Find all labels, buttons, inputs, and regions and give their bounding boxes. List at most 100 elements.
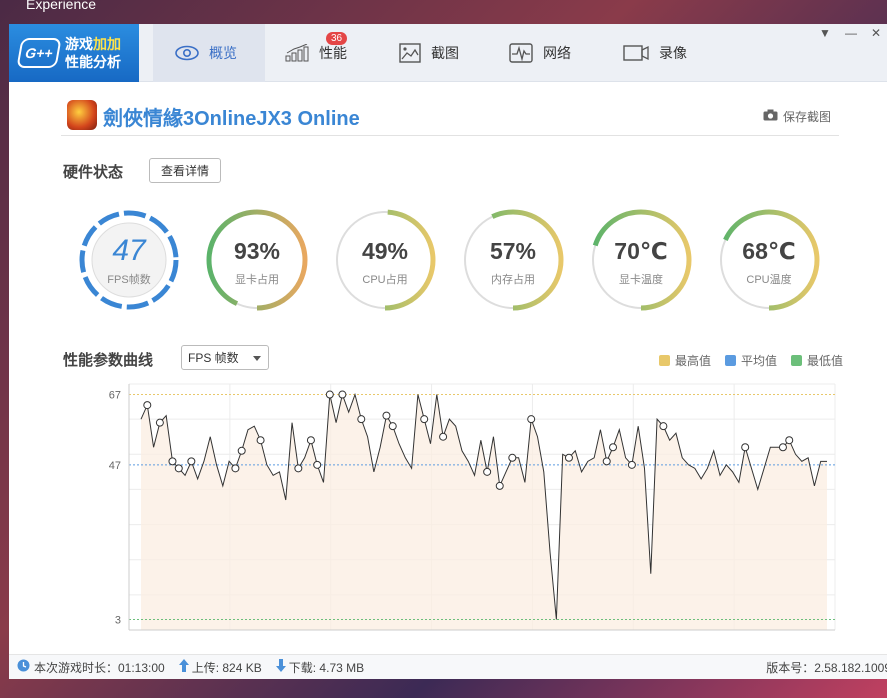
gpu-temp-label: 显卡温度: [619, 274, 663, 286]
data-point: [187, 457, 196, 466]
download-stat: 下载: 4.73 MB: [275, 659, 365, 676]
gpu-usage-value: 93%: [233, 238, 281, 264]
tab-recording-label: 录像: [659, 45, 687, 61]
data-point: [256, 436, 265, 445]
data-point: [325, 390, 334, 399]
game-header: 劍俠情緣3OnlineJX3 Online 保存截图: [61, 96, 839, 136]
memory-usage-label: 内存占用: [491, 274, 535, 286]
playtime: 本次游戏时长：01:13:00: [17, 659, 165, 676]
playtime-label: 本次游戏时长：01:13:00: [34, 660, 165, 675]
cpu-usage-label: CPU占用: [362, 274, 408, 286]
save-screenshot-label: 保存截图: [782, 110, 831, 124]
top-navigation: G++ 游戏加加 性能分析 概览 性能 截图 36 网络 录像 ▼ — ✕: [9, 24, 887, 82]
gpu-temp-gauge: 70℃ 显卡温度: [589, 208, 693, 312]
camera-icon: [763, 109, 778, 124]
game-icon: [67, 100, 97, 130]
version-label: 版本号：2.58.182.1009: [766, 660, 887, 675]
tab-network-label: 网络: [543, 45, 571, 61]
fps-line-chart: 34767001:12:38: [109, 383, 836, 631]
app-window: G++ 游戏加加 性能分析 概览 性能 截图 36 网络 录像 ▼ — ✕ 劍俠…: [9, 24, 887, 679]
upload-stat: 上传: 824 KB: [178, 659, 262, 676]
data-point: [313, 460, 322, 469]
data-point: [143, 401, 152, 410]
video-icon: [623, 44, 649, 62]
download-arrow-icon: [275, 659, 286, 675]
y-tick-label: 3: [115, 614, 121, 626]
data-point: [231, 464, 240, 473]
data-point: [155, 418, 164, 427]
logo-line2: 性能分析: [65, 54, 121, 70]
data-point: [420, 415, 429, 424]
data-point: [527, 415, 536, 424]
data-point: [174, 464, 183, 473]
eye-icon: [175, 45, 199, 61]
menu-dropdown-icon[interactable]: ▼: [819, 26, 831, 40]
fps-value: 47: [112, 234, 146, 267]
legend-max-swatch: [658, 355, 670, 366]
app-logo: G++ 游戏加加 性能分析: [9, 24, 139, 82]
hardware-status-heading: 硬件状态: [63, 164, 124, 181]
data-point: [168, 457, 177, 466]
legend-max: 最高值: [658, 352, 711, 369]
logo-line1-b: 加加: [93, 36, 121, 52]
window-controls: ▼ — ✕: [819, 26, 881, 40]
data-point: [357, 415, 366, 424]
legend-min-label: 最低值: [806, 354, 843, 368]
metric-select[interactable]: FPS 帧数: [181, 345, 269, 370]
view-details-button[interactable]: 查看详情: [149, 158, 221, 183]
image-icon: [399, 43, 421, 63]
data-point: [388, 422, 397, 431]
metric-select-value: FPS 帧数: [188, 351, 239, 365]
chart-legend: 最高值 平均值 最低值: [658, 352, 843, 369]
tab-overview-label: 概览: [209, 45, 237, 61]
fps-label: FPS帧数: [107, 274, 151, 286]
cpu-temp-label: CPU温度: [746, 274, 792, 286]
data-point: [483, 467, 492, 476]
screenshot-count-badge: 36: [326, 32, 348, 45]
tab-recording[interactable]: 录像: [623, 24, 687, 82]
data-point: [741, 443, 750, 452]
fps-area: [141, 394, 827, 630]
upload-label: 上传: 824 KB: [191, 660, 262, 675]
legend-min-swatch: [790, 355, 802, 366]
data-point: [294, 464, 303, 473]
background-caption: Experience: [26, 0, 97, 12]
memory-usage-value: 57%: [489, 238, 537, 264]
data-point: [338, 390, 347, 399]
legend-avg-swatch: [724, 355, 736, 366]
save-screenshot-button[interactable]: 保存截图: [763, 108, 831, 125]
y-tick-label: 67: [109, 390, 121, 402]
close-icon[interactable]: ✕: [871, 26, 881, 40]
status-bar: 本次游戏时长：01:13:00 上传: 824 KB 下载: 4.73 MB 版…: [9, 654, 887, 679]
legend-avg: 平均值: [724, 352, 777, 369]
gpu-usage-gauge: 93% 显卡占用: [205, 208, 309, 312]
bar-chart-icon: [285, 44, 309, 62]
gpu-temp-value: 70℃: [614, 238, 668, 264]
data-point: [237, 446, 246, 455]
logo-mark: G++: [16, 38, 62, 68]
gpu-usage-label: 显卡占用: [235, 274, 279, 286]
data-point: [778, 443, 787, 452]
data-point: [659, 422, 668, 431]
data-point: [382, 411, 391, 420]
tab-network[interactable]: 网络: [509, 24, 571, 82]
legend-max-label: 最高值: [674, 354, 711, 368]
logo-line1-a: 游戏: [65, 36, 93, 52]
data-point: [306, 436, 315, 445]
clock-icon: [17, 659, 30, 675]
minimize-icon[interactable]: —: [845, 26, 857, 40]
legend-avg-label: 平均值: [740, 354, 777, 368]
data-point: [508, 453, 517, 462]
data-point: [495, 481, 504, 490]
cpu-usage-gauge: 49% CPU占用: [333, 208, 437, 312]
download-label: 下载: 4.73 MB: [288, 660, 365, 675]
data-point: [564, 453, 573, 462]
fps-gauge: 47 FPS帧数: [77, 208, 181, 312]
tab-overview[interactable]: 概览: [153, 24, 265, 82]
tab-screenshots[interactable]: 截图: [399, 24, 459, 82]
data-point: [785, 436, 794, 445]
data-point: [602, 457, 611, 466]
pulse-icon: [509, 43, 533, 63]
upload-arrow-icon: [178, 659, 189, 675]
tab-screenshots-label: 截图: [431, 45, 459, 61]
